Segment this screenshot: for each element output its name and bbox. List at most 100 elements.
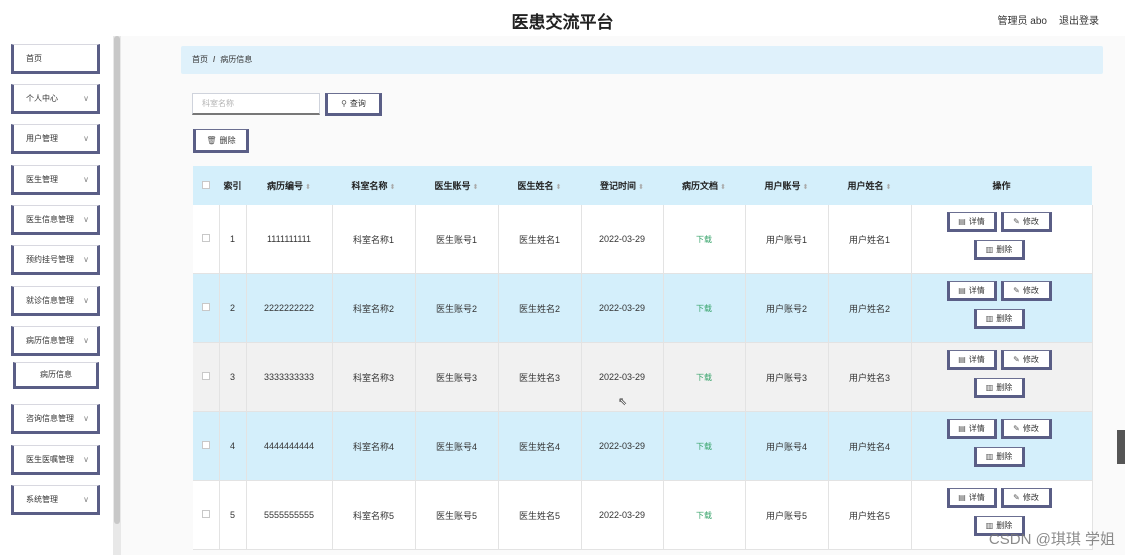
row-checkbox[interactable] — [201, 372, 210, 380]
actions-cell: ▤ 详情 ✎ 修改 ▥ 删除 — [911, 205, 1093, 274]
cell-user-account: 用户账号1 — [745, 205, 829, 274]
sidebar-item[interactable]: 病历信息 — [13, 362, 99, 389]
chevron-down-icon[interactable]: ∨ — [83, 215, 89, 224]
edit-button[interactable]: ✎ 修改 — [1000, 212, 1052, 232]
column-header-date[interactable]: 登记时间 ⬍ — [581, 166, 663, 205]
dept-search-input[interactable]: 科室名称 — [192, 93, 320, 115]
row-checkbox[interactable] — [201, 303, 210, 311]
sidebar-item-label: 个人中心 — [26, 93, 58, 103]
edit-button[interactable]: ✎ 修改 — [1000, 281, 1052, 301]
logout-link[interactable]: 退出登录 — [1059, 12, 1099, 27]
chevron-down-icon[interactable]: ∨ — [83, 495, 89, 504]
sort-icon[interactable]: ⬍ — [390, 184, 396, 191]
download-link[interactable]: 下载 — [663, 411, 746, 481]
edit-button-label: 修改 — [1022, 423, 1039, 433]
row-delete-button[interactable]: ▥ 删除 — [973, 240, 1025, 260]
sidebar-item[interactable]: 用户管理 ∨ — [11, 124, 100, 154]
row-delete-button[interactable]: ▥ 删除 — [973, 447, 1025, 467]
chevron-down-icon[interactable]: ∨ — [83, 336, 89, 345]
chevron-down-icon[interactable]: ∨ — [83, 175, 89, 184]
sort-icon[interactable]: ⬍ — [720, 184, 726, 191]
row-checkbox[interactable] — [201, 441, 210, 449]
row-checkbox[interactable] — [201, 510, 210, 518]
trash-icon: ▥ — [985, 451, 994, 461]
download-link[interactable]: 下载 — [663, 342, 746, 412]
breadcrumb-separator: / — [213, 55, 216, 64]
records-table: 索引 病历编号 ⬍ 科室名称 ⬍ 医生账号 ⬍ 医生姓名 ⬍ 登记时间 ⬍ 病历文档 ⬍ 用… — [193, 166, 1093, 550]
sidebar-item-label: 咨询信息管理 — [26, 413, 74, 423]
cell-date: 2022-03-29 — [581, 411, 664, 481]
chevron-down-icon[interactable]: ∨ — [83, 134, 89, 143]
app-title: 医患交流平台 — [511, 13, 614, 32]
trash-icon: ▥ — [985, 244, 994, 254]
sidebar-item[interactable]: 咨询信息管理 ∨ — [11, 404, 100, 434]
table-row: 5 5555555555 科室名称5 医生账号5 医生姓名5 2022-03-29 下载 用户… — [193, 480, 1093, 550]
cell-doctor-name: 医生姓名3 — [498, 342, 582, 412]
cell-index: 2 — [219, 273, 247, 343]
batch-delete-label: 删除 — [219, 135, 236, 145]
download-link[interactable]: 下载 — [663, 205, 746, 274]
column-header-doctor-name[interactable]: 医生姓名 ⬍ — [498, 166, 581, 205]
row-checkbox[interactable] — [201, 234, 210, 242]
column-header-record-no[interactable]: 病历编号 ⬍ — [246, 166, 332, 205]
cell-user-name: 用户姓名3 — [828, 342, 912, 412]
edit-button[interactable]: ✎ 修改 — [1000, 350, 1052, 370]
detail-button[interactable]: ▤ 详情 — [946, 212, 997, 232]
row-delete-button[interactable]: ▥ 删除 — [973, 309, 1025, 329]
sort-icon[interactable]: ⬍ — [473, 184, 479, 191]
sidebar-item[interactable]: 预约挂号管理 ∨ — [11, 245, 100, 275]
sidebar-item[interactable]: 病历信息管理 ∨ — [11, 326, 100, 356]
sidebar-item[interactable]: 首页 — [11, 44, 100, 74]
sort-icon[interactable]: ⬍ — [305, 184, 311, 191]
cell-user-account: 用户账号4 — [745, 411, 829, 481]
cell-user-name: 用户姓名5 — [828, 480, 912, 550]
search-button-label: 查询 — [349, 99, 366, 108]
column-header-dept[interactable]: 科室名称 ⬍ — [332, 166, 415, 205]
table-header-row: 索引 病历编号 ⬍ 科室名称 ⬍ 医生账号 ⬍ 医生姓名 ⬍ 登记时间 ⬍ 病历文档 ⬍ 用… — [193, 166, 1092, 205]
mouse-cursor-icon: ⇖ — [618, 396, 628, 408]
detail-button[interactable]: ▤ 详情 — [946, 350, 997, 370]
search-button[interactable]: ⚲ 查询 — [325, 93, 382, 116]
row-delete-button[interactable]: ▥ 删除 — [973, 378, 1025, 398]
search-icon: ⚲ — [341, 99, 347, 108]
chevron-down-icon[interactable]: ∨ — [83, 296, 89, 305]
detail-button[interactable]: ▤ 详情 — [946, 419, 997, 439]
sort-icon[interactable]: ⬍ — [886, 184, 892, 191]
breadcrumb: 首页 / 病历信息 — [181, 46, 1103, 74]
sidebar-scrollbar[interactable] — [113, 36, 121, 555]
cell-index: 4 — [219, 411, 247, 481]
column-header-user-account[interactable]: 用户账号 ⬍ — [745, 166, 828, 205]
sidebar-item[interactable]: 医生管理 ∨ — [11, 165, 100, 195]
breadcrumb-home[interactable]: 首页 — [192, 55, 208, 64]
table-row: 2 2222222222 科室名称2 医生账号2 医生姓名2 2022-03-29 下载 用户… — [193, 273, 1093, 343]
sidebar-scrollbar-thumb[interactable] — [114, 36, 120, 524]
select-all-checkbox[interactable] — [202, 180, 210, 189]
sort-icon[interactable]: ⬍ — [556, 184, 562, 191]
detail-button[interactable]: ▤ 详情 — [946, 281, 997, 301]
chevron-down-icon[interactable]: ∨ — [83, 455, 89, 464]
sidebar-item[interactable]: 个人中心 ∨ — [11, 84, 100, 114]
column-header-user-name[interactable]: 用户姓名 ⬍ — [828, 166, 911, 205]
window-edge-handle[interactable] — [1117, 430, 1125, 464]
sidebar-item[interactable]: 医生医嘱管理 ∨ — [11, 445, 100, 475]
sidebar-item[interactable]: 医生信息管理 ∨ — [11, 205, 100, 235]
detail-button[interactable]: ▤ 详情 — [946, 488, 997, 508]
sidebar-item[interactable]: 就诊信息管理 ∨ — [11, 286, 100, 316]
sort-icon[interactable]: ⬍ — [638, 184, 644, 191]
edit-button[interactable]: ✎ 修改 — [1000, 419, 1052, 439]
edit-button-label: 修改 — [1022, 216, 1039, 226]
batch-delete-button[interactable]: 🗑︎ 删除 — [193, 129, 249, 153]
column-header-doctor-account[interactable]: 医生账号 ⬍ — [415, 166, 498, 205]
chevron-down-icon[interactable]: ∨ — [83, 414, 89, 423]
column-header-doc[interactable]: 病历文档 ⬍ — [663, 166, 745, 205]
sort-icon[interactable]: ⬍ — [803, 184, 809, 191]
chevron-down-icon[interactable]: ∨ — [83, 255, 89, 264]
chevron-down-icon[interactable]: ∨ — [83, 94, 89, 103]
document-icon: ▤ — [958, 285, 966, 295]
edit-button[interactable]: ✎ 修改 — [1000, 488, 1052, 508]
download-link[interactable]: 下载 — [663, 480, 746, 550]
sidebar-item[interactable]: 系统管理 ∨ — [11, 485, 100, 515]
download-link[interactable]: 下载 — [663, 273, 746, 343]
top-header: 医患交流平台 管理员 abo 退出登录 — [0, 0, 1125, 36]
cell-doctor-account: 医生账号1 — [415, 205, 499, 274]
